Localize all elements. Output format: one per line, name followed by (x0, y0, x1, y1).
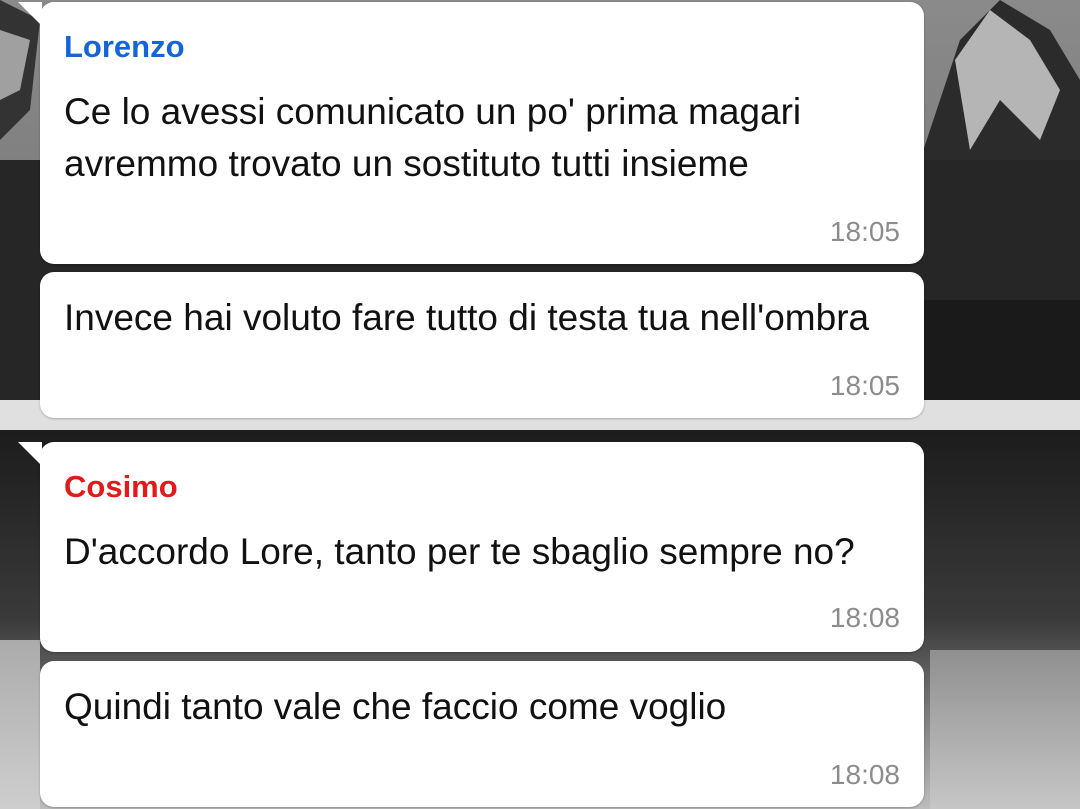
message-timestamp: 18:05 (829, 370, 900, 401)
bubble-tail (18, 2, 42, 26)
message-timestamp: 18:08 (829, 602, 900, 633)
bubble-tail (18, 442, 42, 466)
message-bubble[interactable]: Quindi tanto vale che faccio come voglio… (40, 661, 924, 807)
message-timestamp: 18:05 (829, 216, 900, 247)
message-text: Quindi tanto vale che faccio come voglio (64, 686, 727, 727)
message-text: Ce lo avessi comunicato un po' prima mag… (64, 91, 802, 184)
sender-name[interactable]: Lorenzo (64, 29, 185, 65)
message-bubble-cosimo[interactable]: Cosimo D'accordo Lore, tanto per te sbag… (18, 442, 924, 652)
message-bubble[interactable]: Invece hai voluto fare tutto di testa tu… (40, 272, 924, 418)
message-text: Invece hai voluto fare tutto di testa tu… (64, 297, 870, 338)
message-timestamp: 18:08 (829, 759, 900, 790)
message-bubble-lorenzo[interactable]: Lorenzo Ce lo avessi comunicato un po' p… (18, 2, 924, 264)
message-text: D'accordo Lore, tanto per te sbaglio sem… (64, 531, 855, 572)
sender-name[interactable]: Cosimo (64, 469, 178, 505)
